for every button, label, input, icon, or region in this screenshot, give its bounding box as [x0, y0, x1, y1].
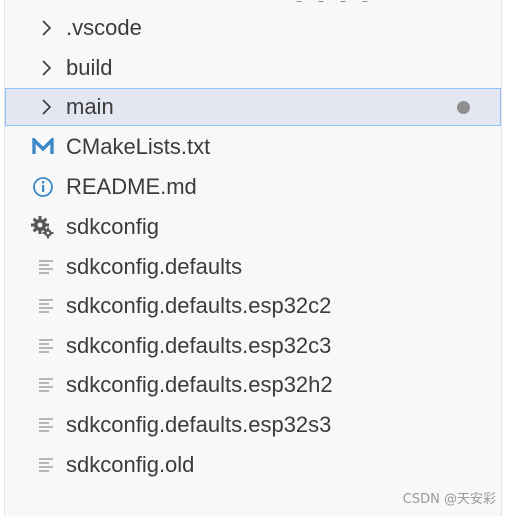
csdn-watermark: CSDN @天安彩 [402, 492, 496, 507]
tree-item-label: sdkconfig.defaults.esp32c3 [66, 333, 332, 358]
file-lines-icon [35, 248, 59, 286]
clipped-previous-row [295, 0, 415, 2]
tree-item-cmakelists-file[interactable]: CMakeLists.txt [5, 128, 501, 166]
gear-icon [30, 208, 54, 246]
tree-item-label: sdkconfig.defaults.esp32h2 [66, 372, 333, 397]
cmake-m-icon [31, 128, 55, 166]
chevron-right-icon[interactable] [34, 49, 58, 87]
file-lines-icon [35, 287, 59, 325]
tree-item-sdkconfig-defaults-esp32c2-file[interactable]: sdkconfig.defaults.esp32c2 [5, 287, 501, 325]
file-lines-icon [35, 406, 59, 444]
tree-item-label: sdkconfig [66, 214, 159, 239]
tree-item-label: sdkconfig.defaults.esp32c2 [66, 293, 332, 318]
tree-item-sdkconfig-defaults-esp32h2-file[interactable]: sdkconfig.defaults.esp32h2 [5, 366, 501, 404]
tree-item-sdkconfig-defaults-file[interactable]: sdkconfig.defaults [5, 248, 501, 286]
tree-item-label: README.md [66, 174, 197, 199]
tree-item-sdkconfig-file[interactable]: sdkconfig [5, 208, 501, 246]
tree-item-sdkconfig-old-file[interactable]: sdkconfig.old [5, 446, 501, 484]
tree-item-label: build [66, 55, 113, 80]
chevron-right-icon[interactable] [34, 88, 58, 126]
tree-item-readme-file[interactable]: README.md [5, 168, 501, 206]
tree-item-label: sdkconfig.defaults [66, 254, 243, 279]
info-circle-icon [31, 168, 55, 206]
tree-item-build-folder[interactable]: build [5, 49, 501, 87]
tree-item-main-folder[interactable]: main [5, 88, 501, 126]
file-lines-icon [35, 446, 59, 484]
file-lines-icon [35, 366, 59, 404]
tree-item-label: sdkconfig.old [66, 452, 195, 477]
tree-item-sdkconfig-defaults-esp32c3-file[interactable]: sdkconfig.defaults.esp32c3 [5, 327, 501, 365]
chevron-right-icon[interactable] [34, 9, 58, 47]
tree-item-label: main [66, 94, 114, 119]
modified-dot-icon [457, 101, 470, 114]
tree-item-sdkconfig-defaults-esp32s3-file[interactable]: sdkconfig.defaults.esp32s3 [5, 406, 501, 444]
tree-item-label: CMakeLists.txt [66, 134, 211, 159]
tree-item-label: .vscode [66, 15, 142, 40]
file-lines-icon [35, 327, 59, 365]
file-explorer: .vscode build main CMakeLists.txt README… [4, 0, 502, 516]
tree-item-vscode-folder[interactable]: .vscode [5, 9, 501, 47]
tree-item-label: sdkconfig.defaults.esp32s3 [66, 412, 332, 437]
